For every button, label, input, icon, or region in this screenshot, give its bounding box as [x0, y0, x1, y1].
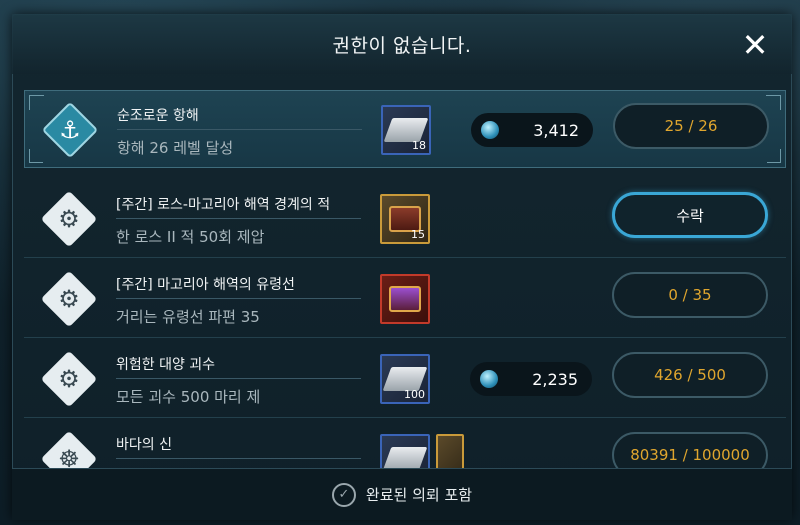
- quest-icon: ☸: [40, 430, 98, 468]
- reward-item[interactable]: 15: [380, 194, 430, 244]
- quest-name: 위험한 대양 괴수: [116, 357, 216, 373]
- cannon-icon: ⚙: [58, 365, 80, 393]
- divider: [116, 298, 361, 299]
- frame-corner: [767, 149, 781, 163]
- accept-button[interactable]: 수락: [612, 192, 768, 238]
- progress-pill: 80391 / 100000: [612, 432, 768, 468]
- include-completed-toggle[interactable]: ✓ 완료된 의뢰 포함: [12, 468, 792, 520]
- quest-name: [주간] 로스-마고리아 해역 경계의 적: [116, 197, 331, 213]
- close-button[interactable]: ✕: [738, 26, 772, 64]
- accept-label: 수락: [676, 206, 704, 225]
- reward-count: 15: [411, 228, 425, 241]
- divider: [116, 378, 361, 379]
- quest-description: 한 로스 II 적 50회 제압: [116, 228, 265, 246]
- progress-pill: 25 / 26: [613, 103, 769, 149]
- quest-row-sea-god[interactable]: ☸ 바다의 신 80391 / 100000: [24, 420, 786, 468]
- quest-row-sea-monster[interactable]: ⚙ 위험한 대양 괴수 모든 괴수 500 마리 제 100 2,235 426…: [24, 340, 786, 418]
- magic-chest-icon: [389, 286, 421, 312]
- quest-icon: ⚙: [40, 190, 98, 248]
- reward-item-partial[interactable]: [436, 434, 464, 468]
- dialog-title: 권한이 없습니다.: [332, 34, 472, 57]
- progress-pill: 0 / 35: [612, 272, 768, 318]
- divider: [116, 218, 361, 219]
- quest-row-sailing[interactable]: ⚓ 순조로운 항해 항해 26 레벨 달성 18 3,412 25 / 26: [24, 90, 786, 168]
- reward-item[interactable]: [380, 274, 430, 324]
- divider: [117, 129, 362, 130]
- gem-icon: [480, 370, 498, 388]
- cannon-icon: ⚙: [58, 205, 80, 233]
- divider: [116, 458, 361, 459]
- quest-name: 순조로운 항해: [117, 108, 199, 124]
- reward-count: 100: [404, 388, 425, 401]
- reward-item[interactable]: 18: [381, 105, 431, 155]
- quest-name: [주간] 마고리아 해역의 유령선: [116, 277, 295, 293]
- reward-item[interactable]: 100: [380, 354, 430, 404]
- metal-plate-icon: [382, 447, 428, 468]
- quest-description: 거리는 유령선 파편 35: [116, 308, 260, 326]
- quest-icon: ⚓: [41, 101, 99, 159]
- gem-amount: 3,412: [533, 120, 579, 140]
- quest-icon: ⚙: [40, 270, 98, 328]
- cannon-icon: ⚙: [58, 285, 80, 313]
- quest-description: 모든 괴수 500 마리 제: [116, 388, 261, 406]
- quest-description: 항해 26 레벨 달성: [117, 139, 234, 157]
- gem-amount: 2,235: [532, 369, 578, 389]
- frame-corner: [29, 149, 43, 163]
- quest-row-ros-magoria-enemy[interactable]: ⚙ [주간] 로스-마고리아 해역 경계의 적 한 로스 II 적 50회 제압…: [24, 180, 786, 258]
- gem-reward: 3,412: [471, 113, 593, 147]
- progress-text: 80391 / 100000: [630, 446, 750, 464]
- progress-text: 25 / 26: [664, 117, 718, 135]
- reward-count: 18: [412, 139, 426, 152]
- reward-item[interactable]: [380, 434, 430, 468]
- progress-text: 426 / 500: [654, 366, 726, 384]
- dialog-header: 권한이 없습니다. ✕: [12, 14, 792, 74]
- ship-wheel-icon: ☸: [58, 445, 80, 468]
- gem-reward: 2,235: [470, 362, 592, 396]
- progress-pill: 426 / 500: [612, 352, 768, 398]
- quest-name: 바다의 신: [116, 437, 172, 453]
- close-icon: ✕: [741, 26, 769, 64]
- quest-row-ghost-ship[interactable]: ⚙ [주간] 마고리아 해역의 유령선 거리는 유령선 파편 35 0 / 35: [24, 260, 786, 338]
- anchor-icon: ⚓: [59, 116, 81, 144]
- progress-text: 0 / 35: [668, 286, 712, 304]
- gem-icon: [481, 121, 499, 139]
- quest-list[interactable]: ⚓ 순조로운 항해 항해 26 레벨 달성 18 3,412 25 / 26 ⚙…: [24, 84, 786, 468]
- check-circle-icon[interactable]: ✓: [331, 482, 356, 507]
- include-completed-label: 완료된 의뢰 포함: [365, 486, 473, 504]
- quest-icon: ⚙: [40, 350, 98, 408]
